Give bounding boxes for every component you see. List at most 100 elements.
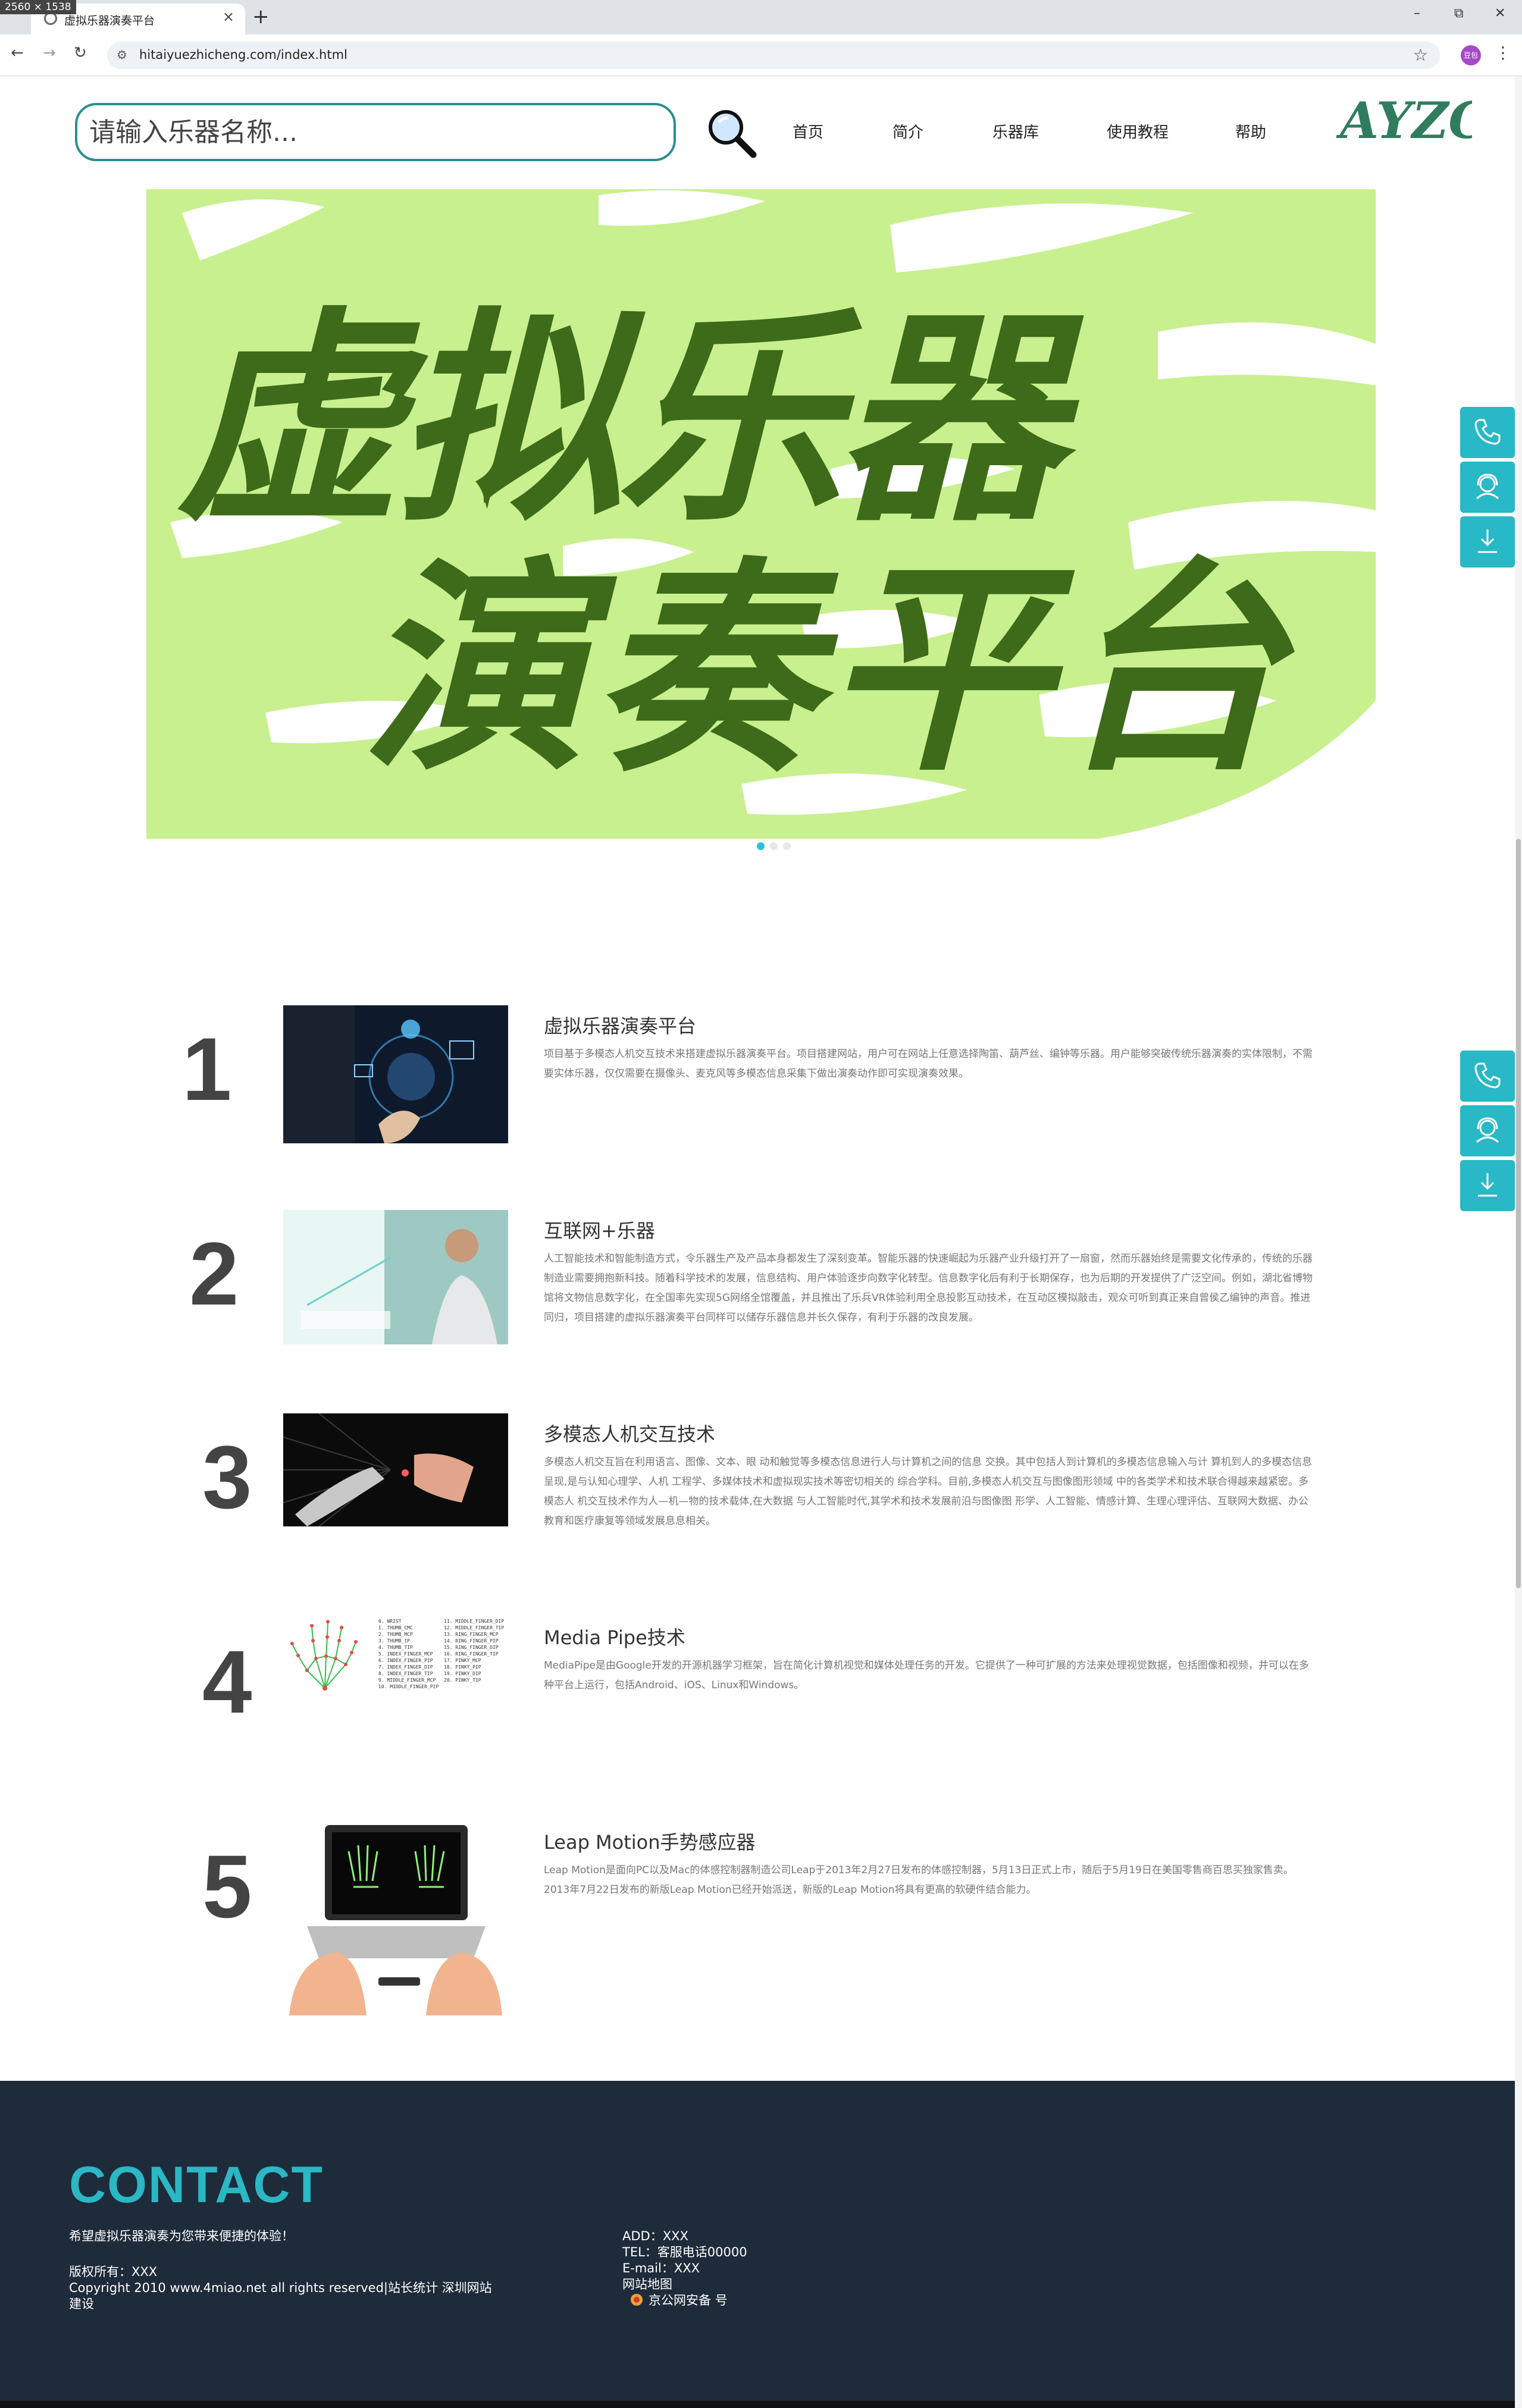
landmark-label: 11. MIDDLE_FINGER_DIP xyxy=(444,1619,504,1624)
police-badge-icon xyxy=(630,2293,644,2311)
landmark-label: 0. WRIST xyxy=(378,1619,402,1624)
contact-heading: CONTACT xyxy=(69,2156,324,2213)
nav-instrument-library[interactable]: 乐器库 xyxy=(992,120,1039,142)
feature-number: 5 xyxy=(202,1836,252,1936)
landmark-label: 13. RING_FINGER_MCP xyxy=(444,1632,499,1637)
feature-description: 多模态人机交互旨在利用语言、图像、文本、眼 动和触觉等多模态信息进行人与计算机之… xyxy=(544,1456,1313,1527)
browser-menu-icon[interactable]: ⋮ xyxy=(1495,43,1511,62)
police-record-link[interactable]: 京公网安备 号 xyxy=(649,2293,728,2309)
footer-slogan: 希望虚拟乐器演奏为您带来便捷的体验！ xyxy=(69,2229,294,2243)
feature-image-robot-hand xyxy=(283,1413,508,1526)
scrollbar-thumb[interactable] xyxy=(1516,839,1521,1588)
phone-icon xyxy=(1474,419,1501,445)
restore-button[interactable]: ⧉ xyxy=(1454,6,1464,21)
landmark-label: 1. THUMB_CMC xyxy=(378,1625,413,1631)
feature-image-leap-motion xyxy=(283,1821,508,2015)
hero-title-line1: 虚拟乐器 xyxy=(176,286,1084,552)
customer-service-icon xyxy=(1476,1117,1499,1143)
landmark-label: 4. THUMB_TIP xyxy=(378,1645,413,1650)
download-icon xyxy=(1478,529,1497,553)
feature-title: Leap Motion手势感应器 xyxy=(544,1831,756,1854)
nav-home[interactable]: 首页 xyxy=(793,120,823,142)
feature-description: 项目基于多模态人机交互技术来搭建虚拟乐器演奏平台。项目搭建网站，用户可在网站上任… xyxy=(544,1048,1313,1080)
logo-text: AYZC xyxy=(1336,91,1472,150)
feature-title: 虚拟乐器演奏平台 xyxy=(544,1015,697,1037)
copyright-tail[interactable]: 建设 xyxy=(69,2296,94,2312)
feature-image-headset-woman xyxy=(283,1210,508,1344)
footer-bottom-strip xyxy=(0,2401,1515,2408)
footer-tel: TEL：客服电话00000 xyxy=(622,2245,747,2259)
landmark-label: 14. RING_FINGER_PIP xyxy=(444,1638,499,1644)
feature-number: 1 xyxy=(182,1019,232,1119)
feature-image-tech xyxy=(283,1005,508,1143)
customer-service-icon xyxy=(1476,474,1499,500)
feature-description: Leap Motion是面向PC以及Mac的体感控制器制造公司Leap于2013… xyxy=(544,1864,1294,1896)
bookmark-star-icon[interactable]: ☆ xyxy=(1413,45,1428,65)
feature-image-hand-landmarks: 0. WRIST 1. THUMB_CMC 2. THUMB_MCP 3. TH… xyxy=(283,1617,508,1697)
landmark-label: 18. PINKY_PIP xyxy=(444,1664,481,1670)
float-service-button[interactable] xyxy=(1460,1105,1515,1156)
search-input[interactable] xyxy=(75,103,676,161)
site-info-icon[interactable]: ⚙ xyxy=(117,48,127,62)
close-window-button[interactable]: ✕ xyxy=(1495,6,1505,21)
reload-button[interactable]: ↻ xyxy=(74,44,87,62)
address-bar-row: ← → ↻ ⚙ hitaiyuezhicheng.com/index.html … xyxy=(0,35,1522,76)
feature-number: 3 xyxy=(202,1427,252,1527)
tab-close-icon[interactable]: × xyxy=(223,8,234,25)
landmark-label: 9. MIDDLE_FINGER_MCP xyxy=(378,1678,436,1683)
landmark-label: 8. INDEX_FINGER_TIP xyxy=(378,1671,433,1676)
sitemap-link[interactable]: 网站地图 xyxy=(622,2277,672,2293)
carousel-dot[interactable] xyxy=(770,842,778,850)
back-button[interactable]: ← xyxy=(11,44,24,62)
landmark-label: 7. INDEX_FINGER_DIP xyxy=(378,1664,433,1670)
footer xyxy=(0,2081,1515,2408)
footer-address: ADD：XXX xyxy=(622,2229,688,2243)
copyright-owner: 版权所有：XXX xyxy=(69,2265,158,2279)
feature-number: 4 xyxy=(202,1632,252,1732)
feature-title: 互联网+乐器 xyxy=(544,1219,655,1242)
float-download-button[interactable] xyxy=(1460,516,1515,567)
tab-title: 虚拟乐器演奏平台 xyxy=(64,14,155,27)
profile-avatar[interactable]: 豆包 xyxy=(1461,45,1481,65)
landmark-label: 16. RING_FINGER_TIP xyxy=(444,1651,499,1657)
carousel-dot[interactable] xyxy=(783,842,791,850)
download-icon xyxy=(1478,1173,1497,1197)
landmark-label: 12. MIDDLE_FINGER_TIP xyxy=(444,1625,504,1631)
float-phone-button[interactable] xyxy=(1460,1051,1515,1102)
hero-title-line2: 演奏平台 xyxy=(361,536,1297,802)
phone-icon xyxy=(1474,1062,1501,1089)
hero-banner: 虚拟乐器 演奏平台 xyxy=(146,189,1376,839)
minimize-button[interactable]: – xyxy=(1414,6,1420,21)
feature-description: MediaPipe是由Google开发的开源机器学习框架，旨在简化计算机视觉和媒… xyxy=(544,1660,1309,1691)
landmark-label: 19. PINKY_DIP xyxy=(444,1671,481,1676)
copyright-line[interactable]: Copyright 2010 www.4miao.net all rights … xyxy=(69,2280,492,2296)
landmark-label: 15. RING_FINGER_DIP xyxy=(444,1645,499,1650)
float-service-button[interactable] xyxy=(1460,462,1515,513)
feature-title: 多模态人机交互技术 xyxy=(544,1423,716,1446)
landmark-label: 2. THUMB_MCP xyxy=(378,1632,413,1637)
search-icon[interactable] xyxy=(706,107,759,161)
footer-email: E-mail：XXX xyxy=(622,2261,700,2275)
float-download-button[interactable] xyxy=(1460,1160,1515,1211)
landmark-label: 20. PINKY_TIP xyxy=(444,1678,481,1683)
landmark-label: 5. INDEX_FINGER_MCP xyxy=(378,1651,433,1657)
forward-button[interactable]: → xyxy=(43,44,56,62)
landmark-label: 3. THUMB_IP xyxy=(378,1638,410,1644)
site-logo[interactable]: AYZC xyxy=(1336,89,1472,155)
landmark-label: 6. INDEX_FINGER_PIP xyxy=(378,1658,433,1663)
url-text[interactable]: hitaiyuezhicheng.com/index.html xyxy=(139,48,347,62)
float-phone-button[interactable] xyxy=(1460,407,1515,458)
new-tab-button[interactable]: + xyxy=(252,5,270,29)
feature-title: Media Pipe技术 xyxy=(544,1626,685,1649)
landmark-label: 10. MIDDLE_FINGER_PIP xyxy=(378,1684,439,1689)
nav-help[interactable]: 帮助 xyxy=(1235,120,1266,142)
screenshot-size-badge: 2560 × 1538 xyxy=(0,0,76,14)
carousel-dot-active[interactable] xyxy=(757,842,765,850)
nav-tutorial[interactable]: 使用教程 xyxy=(1107,120,1169,142)
omnibox[interactable]: ⚙ hitaiyuezhicheng.com/index.html ☆ xyxy=(107,42,1440,69)
feature-number: 2 xyxy=(189,1224,239,1324)
nav-intro[interactable]: 简介 xyxy=(892,120,923,142)
hero-brush-graphic: 虚拟乐器 演奏平台 xyxy=(146,189,1376,839)
landmark-label: 17. PINKY_MCP xyxy=(444,1658,481,1663)
feature-description: 人工智能技术和智能制造方式，令乐器生产及产品本身都发生了深刻变革。智能乐器的快速… xyxy=(544,1253,1313,1324)
